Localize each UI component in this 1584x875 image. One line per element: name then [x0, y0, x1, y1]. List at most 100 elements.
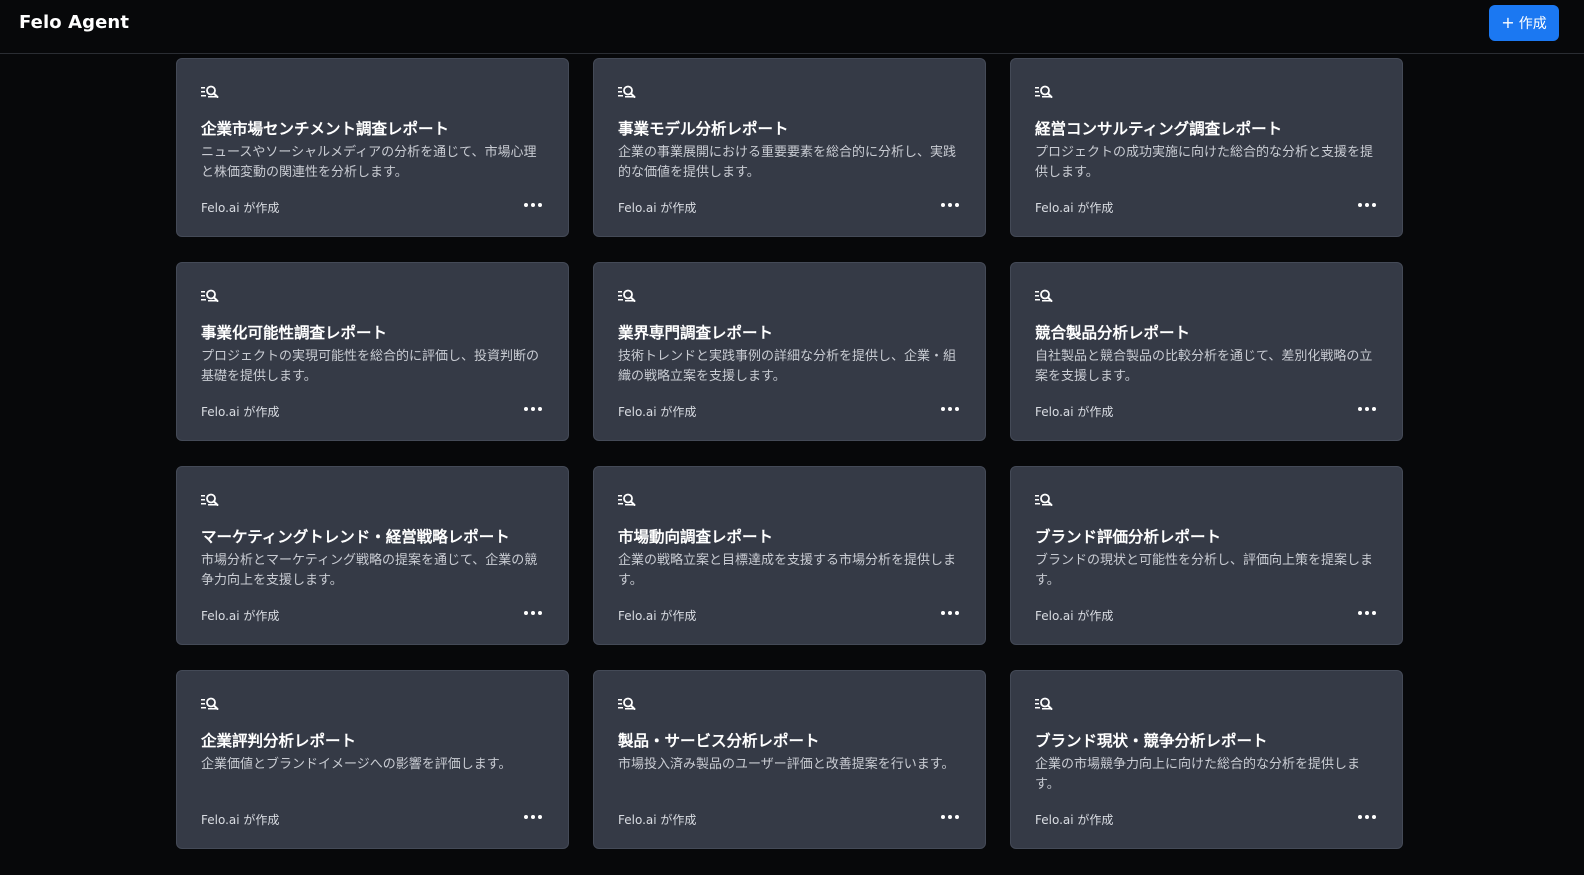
- card-author: Felo.ai が作成: [1035, 201, 1114, 215]
- create-button[interactable]: + 作成: [1489, 5, 1559, 41]
- dot-icon: [941, 203, 945, 207]
- plus-icon: +: [1501, 13, 1515, 32]
- agent-card[interactable]: 企業評判分析レポート 企業価値とブランドイメージへの影響を評価します。 Felo…: [176, 670, 569, 849]
- dot-icon: [948, 611, 952, 615]
- dot-icon: [524, 815, 528, 819]
- card-author: Felo.ai が作成: [201, 405, 280, 419]
- more-options-button[interactable]: [1353, 197, 1381, 213]
- more-options-button[interactable]: [936, 605, 964, 621]
- card-description: 企業価値とブランドイメージへの影響を評価します。: [201, 757, 512, 772]
- dot-icon: [531, 203, 535, 207]
- dot-icon: [538, 407, 542, 411]
- card-author: Felo.ai が作成: [618, 609, 697, 623]
- report-search-icon: [618, 289, 636, 302]
- card-author: Felo.ai が作成: [1035, 813, 1114, 827]
- card-description: 市場投入済み製品のユーザー評価と改善提案を行います。: [618, 757, 955, 772]
- agent-card[interactable]: 経営コンサルティング調査レポート プロジェクトの成功実施に向けた総合的な分析と支…: [1010, 58, 1403, 237]
- dot-icon: [1372, 611, 1376, 615]
- more-options-button[interactable]: [936, 809, 964, 825]
- dot-icon: [538, 815, 542, 819]
- card-title: 事業化可能性調査レポート: [201, 324, 388, 342]
- agent-card[interactable]: 競合製品分析レポート 自社製品と競合製品の比較分析を通じて、差別化戦略の立案を支…: [1010, 262, 1403, 441]
- more-options-button[interactable]: [519, 197, 547, 213]
- dot-icon: [955, 611, 959, 615]
- dot-icon: [524, 407, 528, 411]
- dot-icon: [531, 815, 535, 819]
- card-description: プロジェクトの実現可能性を総合的に評価し、投資判断の基礎を提供します。: [201, 349, 540, 384]
- dot-icon: [1358, 611, 1362, 615]
- create-button-label: 作成: [1518, 16, 1547, 32]
- report-search-icon: [201, 697, 219, 710]
- card-author: Felo.ai が作成: [1035, 405, 1114, 419]
- agent-card[interactable]: 事業モデル分析レポート 企業の事業展開における重要要素を総合的に分析し、実践的な…: [593, 58, 986, 237]
- dot-icon: [524, 203, 528, 207]
- more-options-button[interactable]: [936, 401, 964, 417]
- report-search-icon: [201, 85, 219, 98]
- dot-icon: [1365, 203, 1369, 207]
- report-search-icon: [201, 289, 219, 302]
- more-options-button[interactable]: [519, 605, 547, 621]
- dot-icon: [1365, 611, 1369, 615]
- dot-icon: [1358, 407, 1362, 411]
- report-search-icon: [1035, 697, 1053, 710]
- dot-icon: [1358, 203, 1362, 207]
- agent-card[interactable]: 製品・サービス分析レポート 市場投入済み製品のユーザー評価と改善提案を行います。…: [593, 670, 986, 849]
- card-title: 事業モデル分析レポート: [618, 120, 789, 138]
- dot-icon: [955, 815, 959, 819]
- dot-icon: [524, 611, 528, 615]
- agent-card[interactable]: ブランド評価分析レポート ブランドの現状と可能性を分析し、評価向上策を提案します…: [1010, 466, 1403, 645]
- card-author: Felo.ai が作成: [201, 813, 280, 827]
- report-search-icon: [618, 85, 636, 98]
- dot-icon: [948, 815, 952, 819]
- card-title: 製品・サービス分析レポート: [618, 732, 820, 750]
- top-bar: Felo Agent + 作成: [0, 0, 1584, 54]
- card-description: 企業の事業展開における重要要素を総合的に分析し、実践的な価値を提供します。: [618, 145, 957, 180]
- card-author: Felo.ai が作成: [201, 609, 280, 623]
- dot-icon: [948, 407, 952, 411]
- card-title: 市場動向調査レポート: [618, 528, 774, 546]
- more-options-button[interactable]: [1353, 605, 1381, 621]
- card-title: 企業市場センチメント調査レポート: [201, 120, 450, 138]
- dot-icon: [1365, 407, 1369, 411]
- agent-card[interactable]: 事業化可能性調査レポート プロジェクトの実現可能性を総合的に評価し、投資判断の基…: [176, 262, 569, 441]
- report-search-icon: [1035, 289, 1053, 302]
- dot-icon: [941, 407, 945, 411]
- report-search-icon: [1035, 85, 1053, 98]
- card-author: Felo.ai が作成: [201, 201, 280, 215]
- card-description: 自社製品と競合製品の比較分析を通じて、差別化戦略の立案を支援します。: [1035, 349, 1373, 384]
- dot-icon: [531, 611, 535, 615]
- agent-card[interactable]: 市場動向調査レポート 企業の戦略立案と目標達成を支援する市場分析を提供します。 …: [593, 466, 986, 645]
- card-description: プロジェクトの成功実施に向けた総合的な分析と支援を提供します。: [1035, 145, 1374, 180]
- more-options-button[interactable]: [1353, 401, 1381, 417]
- dot-icon: [1372, 203, 1376, 207]
- agent-card[interactable]: 企業市場センチメント調査レポート ニュースやソーシャルメディアの分析を通じて、市…: [176, 58, 569, 237]
- card-description: ニュースやソーシャルメディアの分析を通じて、市場心理と株価変動の関連性を分析しま…: [201, 145, 537, 180]
- card-description: 企業の市場競争力向上に向けた総合的な分析を提供します。: [1035, 757, 1361, 792]
- agent-card[interactable]: 業界専門調査レポート 技術トレンドと実践事例の詳細な分析を提供し、企業・組織の戦…: [593, 262, 986, 441]
- card-title: 企業評判分析レポート: [201, 732, 357, 750]
- dot-icon: [1372, 407, 1376, 411]
- more-options-button[interactable]: [936, 197, 964, 213]
- card-author: Felo.ai が作成: [1035, 609, 1114, 623]
- card-title: マーケティングトレンド・経営戦略レポート: [201, 528, 510, 546]
- card-author: Felo.ai が作成: [618, 813, 697, 827]
- more-options-button[interactable]: [519, 809, 547, 825]
- more-options-button[interactable]: [519, 401, 547, 417]
- report-search-icon: [1035, 493, 1053, 506]
- dot-icon: [955, 203, 959, 207]
- dot-icon: [948, 203, 952, 207]
- dot-icon: [538, 611, 542, 615]
- card-description: 市場分析とマーケティング戦略の提案を通じて、企業の競争力向上を支援します。: [201, 553, 538, 588]
- card-title: 経営コンサルティング調査レポート: [1035, 120, 1283, 138]
- card-title: ブランド現状・競争分析レポート: [1035, 732, 1268, 750]
- report-search-icon: [618, 697, 636, 710]
- card-description: 技術トレンドと実践事例の詳細な分析を提供し、企業・組織の戦略立案を支援します。: [618, 349, 957, 384]
- card-description: 企業の戦略立案と目標達成を支援する市場分析を提供します。: [618, 553, 957, 588]
- dot-icon: [955, 407, 959, 411]
- app-title: Felo Agent: [19, 12, 130, 33]
- report-search-icon: [201, 493, 219, 506]
- agent-card[interactable]: ブランド現状・競争分析レポート 企業の市場競争力向上に向けた総合的な分析を提供し…: [1010, 670, 1403, 849]
- more-options-button[interactable]: [1353, 809, 1381, 825]
- dot-icon: [531, 407, 535, 411]
- agent-card[interactable]: マーケティングトレンド・経営戦略レポート 市場分析とマーケティング戦略の提案を通…: [176, 466, 569, 645]
